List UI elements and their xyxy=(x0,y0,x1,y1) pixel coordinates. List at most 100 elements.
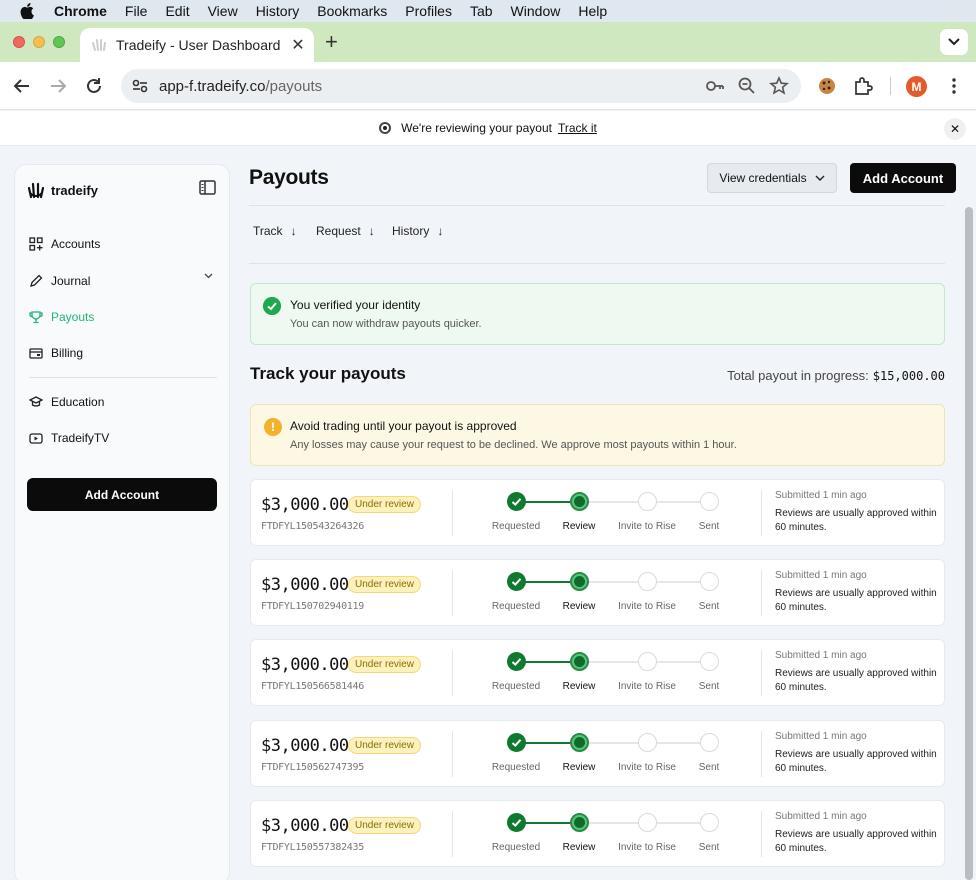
window-maximize-button[interactable] xyxy=(53,36,65,48)
progress-step xyxy=(506,652,526,671)
review-note: Reviews are usually approved within 60 m… xyxy=(775,668,937,693)
sidebar-item-education[interactable]: Education xyxy=(29,395,104,409)
payout-reference: FTDFYL150562747395 xyxy=(261,762,364,773)
anchor-history[interactable]: History ↓ xyxy=(392,224,443,238)
status-badge: Under review xyxy=(348,817,421,834)
key-icon[interactable] xyxy=(705,76,725,96)
payout-reference: FTDFYL150566581446 xyxy=(261,681,364,692)
warning-icon: ! xyxy=(264,418,282,436)
progress-step-label: Requested xyxy=(491,762,541,773)
menu-view[interactable]: View xyxy=(208,3,238,19)
check-icon xyxy=(511,578,521,587)
chevron-down-icon xyxy=(948,38,960,46)
address-bar[interactable]: app-f.tradeify.co/payouts xyxy=(121,69,801,103)
tab-close-icon[interactable]: ✕ xyxy=(290,35,306,55)
progress-step xyxy=(637,813,657,832)
menu-bookmarks[interactable]: Bookmarks xyxy=(317,3,387,19)
menu-edit[interactable]: Edit xyxy=(165,3,189,19)
anchor-request[interactable]: Request ↓ xyxy=(316,224,375,238)
sidebar-item-tradeifytv[interactable]: TradeifyTV xyxy=(29,431,109,445)
payout-card[interactable]: $3,000.00 Under review FTDFYL150566581446 R… xyxy=(250,639,945,706)
view-credentials-button[interactable]: View credentials xyxy=(707,163,837,193)
anchor-label: Request xyxy=(316,224,361,238)
menu-profiles[interactable]: Profiles xyxy=(405,3,452,19)
view-credentials-label: View credentials xyxy=(719,171,807,185)
progress-step-label: Sent xyxy=(698,521,720,532)
sidebar-add-account-button[interactable]: Add Account xyxy=(27,478,217,511)
trading-warning-notice: ! Avoid trading until your payout is app… xyxy=(250,404,945,466)
forward-arrow-icon[interactable] xyxy=(48,76,68,96)
check-circle-icon xyxy=(263,297,281,315)
sidebar-item-billing[interactable]: Billing xyxy=(29,346,83,360)
menu-app-name[interactable]: Chrome xyxy=(54,3,107,19)
progress-step-label: Review xyxy=(562,601,596,612)
menu-tab[interactable]: Tab xyxy=(470,3,493,19)
total-amount: $15,000.00 xyxy=(872,369,945,383)
window-minimize-button[interactable] xyxy=(33,36,45,48)
progress-step xyxy=(506,813,526,832)
brand-name: tradeify xyxy=(51,182,98,198)
sidebar-item-payouts[interactable]: Payouts xyxy=(29,310,94,324)
status-dot-icon xyxy=(379,122,392,134)
progress-step-label: Invite to Rise xyxy=(618,681,676,692)
payout-card[interactable]: $3,000.00 Under review FTDFYL150562747395 R… xyxy=(250,720,945,787)
total-label: Total payout in progress: xyxy=(727,368,869,383)
back-arrow-icon[interactable] xyxy=(12,76,32,96)
menu-window[interactable]: Window xyxy=(511,3,561,19)
header-divider xyxy=(249,205,945,206)
anchor-track[interactable]: Track ↓ xyxy=(253,224,297,238)
bookmark-star-icon[interactable] xyxy=(769,76,789,96)
card-divider xyxy=(761,650,762,696)
menu-help[interactable]: Help xyxy=(578,3,607,19)
pencil-icon xyxy=(30,274,43,287)
banner-text: We're reviewing your payout xyxy=(401,121,552,135)
track-section-title: Track your payouts xyxy=(250,364,406,383)
anchor-label: Track xyxy=(253,224,283,238)
sidebar-item-label: Education xyxy=(51,395,105,409)
trophy-icon xyxy=(29,311,43,324)
new-tab-icon[interactable]: + xyxy=(325,31,338,53)
apple-icon[interactable] xyxy=(20,3,34,19)
progress-step-label: Review xyxy=(562,762,596,773)
track-it-link[interactable]: Track it xyxy=(558,121,597,135)
profile-avatar[interactable]: M xyxy=(906,76,927,97)
status-badge: Under review xyxy=(348,737,421,754)
brand-logo[interactable]: tradeify xyxy=(27,181,98,199)
page-scrollbar[interactable] xyxy=(965,207,973,880)
tab-search-button[interactable] xyxy=(940,29,968,55)
tradeify-logo-icon xyxy=(27,182,45,199)
reload-icon[interactable] xyxy=(84,76,104,96)
anchors-divider xyxy=(249,263,945,264)
payout-amount: $3,000.00 xyxy=(261,816,349,836)
sidebar: tradeify Accounts Journal Payouts Billin… xyxy=(14,164,230,880)
banner-close-icon[interactable]: ✕ xyxy=(944,118,966,140)
sidebar-item-accounts[interactable]: Accounts xyxy=(29,237,100,251)
progress-step-label: Requested xyxy=(491,681,541,692)
card-divider xyxy=(761,811,762,857)
identity-verified-notice: You verified your identity You can now w… xyxy=(250,283,945,345)
add-account-button[interactable]: Add Account xyxy=(850,163,956,193)
sidebar-collapse-icon[interactable] xyxy=(199,180,216,195)
kebab-menu-icon[interactable] xyxy=(944,76,964,96)
chevron-down-icon[interactable] xyxy=(204,273,213,279)
payout-card[interactable]: $3,000.00 Under review FTDFYL150557382435 R… xyxy=(250,800,945,867)
site-settings-icon[interactable] xyxy=(131,77,149,95)
progress-connector xyxy=(579,822,647,824)
progress-step-label: Requested xyxy=(491,842,541,853)
payout-card[interactable]: $3,000.00 Under review FTDFYL150543264326 R… xyxy=(250,479,945,546)
warning-title: Avoid trading until your payout is appro… xyxy=(290,419,517,433)
window-close-button[interactable] xyxy=(13,36,25,48)
payout-card[interactable]: $3,000.00 Under review FTDFYL150702940119 R… xyxy=(250,559,945,626)
sidebar-item-journal[interactable]: Journal xyxy=(29,274,90,288)
check-icon xyxy=(511,498,521,507)
progress-step-label: Invite to Rise xyxy=(618,762,676,773)
browser-tab[interactable]: Tradeify - User Dashboard ✕ xyxy=(80,28,314,62)
progress-step xyxy=(699,492,719,511)
card-divider xyxy=(452,811,453,857)
arrow-down-icon: ↓ xyxy=(290,224,297,238)
menu-history[interactable]: History xyxy=(256,3,300,19)
cookie-extension-icon[interactable] xyxy=(817,76,837,96)
zoom-icon[interactable] xyxy=(737,76,757,96)
extensions-puzzle-icon[interactable] xyxy=(853,76,873,96)
menu-file[interactable]: File xyxy=(125,3,148,19)
